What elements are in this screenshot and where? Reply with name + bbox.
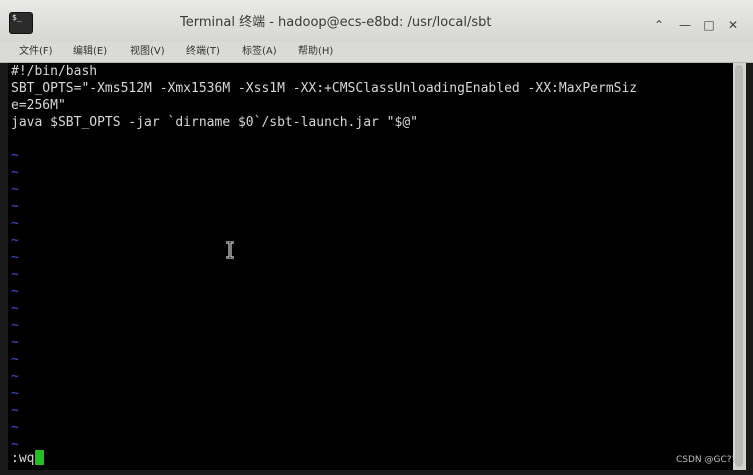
close-button[interactable]: ✕: [724, 16, 742, 34]
terminal-output[interactable]: #!/bin/bash SBT_OPTS="-Xms512M -Xmx1536M…: [8, 63, 733, 470]
vim-command-line[interactable]: :wq: [11, 450, 45, 467]
empty-line-marker: ~: [11, 199, 19, 214]
empty-line-marker: ~: [11, 267, 19, 282]
empty-line-marker: ~: [11, 250, 19, 265]
empty-line-marker: ~: [11, 369, 19, 384]
terminal-app-icon-glyph: $_: [12, 13, 22, 22]
title-bar[interactable]: $_ Terminal 终端 - hadoop@ecs-e8bd: /usr/l…: [0, 0, 753, 42]
terminal-line: java $SBT_OPTS -jar `dirname $0`/sbt-lau…: [11, 115, 418, 130]
shade-up-icon[interactable]: ⌃: [650, 16, 668, 34]
text-cursor: [35, 450, 45, 465]
terminal-line: #!/bin/bash: [11, 64, 98, 79]
menu-help[interactable]: 帮助(H): [298, 45, 333, 59]
menu-file[interactable]: 文件(F): [19, 45, 53, 59]
window-title: Terminal 终端 - hadoop@ecs-e8bd: /usr/loca…: [180, 15, 492, 30]
empty-line-marker: ~: [11, 420, 19, 435]
empty-line-marker: ~: [11, 335, 19, 350]
scrollbar-thumb[interactable]: [735, 65, 743, 467]
vim-command-text: :wq: [11, 451, 35, 466]
empty-line-marker: ~: [11, 165, 19, 180]
terminal-line: e=256M": [11, 98, 66, 113]
terminal-window: $_ Terminal 终端 - hadoop@ecs-e8bd: /usr/l…: [0, 0, 753, 475]
terminal-line: SBT_OPTS="-Xms512M -Xmx1536M -Xss1M -XX:…: [11, 81, 638, 96]
vertical-scrollbar[interactable]: [733, 63, 746, 470]
minimize-button[interactable]: —: [676, 16, 694, 34]
empty-line-marker: ~: [11, 403, 19, 418]
empty-line-marker: ~: [11, 284, 19, 299]
empty-line-marker: ~: [11, 216, 19, 231]
terminal-app-icon: $_: [9, 12, 33, 34]
empty-line-marker: ~: [11, 318, 19, 333]
menu-edit[interactable]: 编辑(E): [73, 45, 107, 59]
menu-view[interactable]: 视图(V): [130, 45, 165, 59]
empty-line-marker: ~: [11, 301, 19, 316]
empty-line-marker: ~: [11, 352, 19, 367]
menu-terminal[interactable]: 终端(T): [186, 45, 220, 59]
ibeam-cursor-icon: [226, 241, 234, 259]
menu-bar: 文件(F) 编辑(E) 视图(V) 终端(T) 标签(A) 帮助(H): [0, 42, 753, 63]
maximize-button[interactable]: □: [700, 16, 718, 34]
empty-line-marker: ~: [11, 386, 19, 401]
watermark: CSDN @GC??: [676, 455, 737, 465]
empty-line-marker: ~: [11, 233, 19, 248]
empty-line-marker: ~: [11, 148, 19, 163]
empty-line-marker: ~: [11, 182, 19, 197]
menu-tabs[interactable]: 标签(A): [242, 45, 277, 59]
